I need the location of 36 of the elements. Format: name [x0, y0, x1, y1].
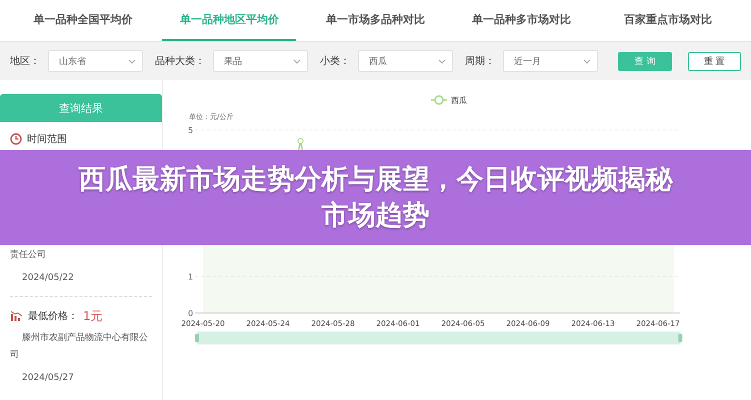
tab[interactable]: 单一品种全国平均价 [16, 0, 150, 41]
dropdown-field[interactable]: 西瓜 [358, 50, 454, 72]
chevron-down-icon [293, 58, 302, 64]
tab[interactable]: 单一市场多品种对比 [308, 0, 443, 41]
time-range-label: 时间范围 [27, 132, 67, 146]
tab[interactable]: 百家重点市场对比 [600, 0, 736, 41]
market-name: 滕州市农副产品物流中心有限公司 [9, 332, 149, 362]
reset-button[interactable]: 重 置 [688, 52, 741, 70]
falling-bars-icon [10, 310, 23, 322]
chevron-down-icon [128, 58, 136, 64]
filter-label: 地区： [10, 54, 40, 68]
chevron-down-icon [438, 58, 446, 64]
y-tick-label: 0 [188, 309, 194, 318]
clock-icon [10, 133, 22, 145]
tab[interactable]: 单一品种多市场对比 [454, 0, 589, 41]
price-value: 1元 [83, 308, 103, 324]
slider-handle[interactable] [678, 334, 682, 342]
price-date: 2024/05/27 [21, 372, 75, 385]
filter-label: 小类： [320, 54, 350, 68]
price-label: 最低价格： [28, 310, 78, 323]
chevron-down-icon [583, 58, 592, 64]
filter-label: 品种大类： [155, 54, 206, 68]
filter-label: 周期： [465, 54, 496, 68]
line-chart-drawing [298, 138, 304, 150]
dropdown-field[interactable]: 近一月 [503, 50, 598, 72]
y-tick-label: 5 [188, 126, 194, 135]
legend-marker-icon [431, 95, 447, 105]
y-tick-label: 1 [188, 272, 194, 282]
results-header: 查询结果 [0, 94, 162, 122]
legend-label: 西瓜 [451, 96, 467, 105]
slider-handle[interactable] [195, 334, 199, 342]
price-date: 2024/05/22 [21, 272, 75, 285]
dropdown-field[interactable]: 果品 [213, 50, 308, 72]
banner-headline: 西瓜最新市场走势分析与展望，今日收评视频揭秘市场趋势 [78, 162, 674, 232]
market-name: 责任公司 [9, 248, 47, 262]
dropdown-field[interactable]: 山东省 [48, 50, 144, 72]
